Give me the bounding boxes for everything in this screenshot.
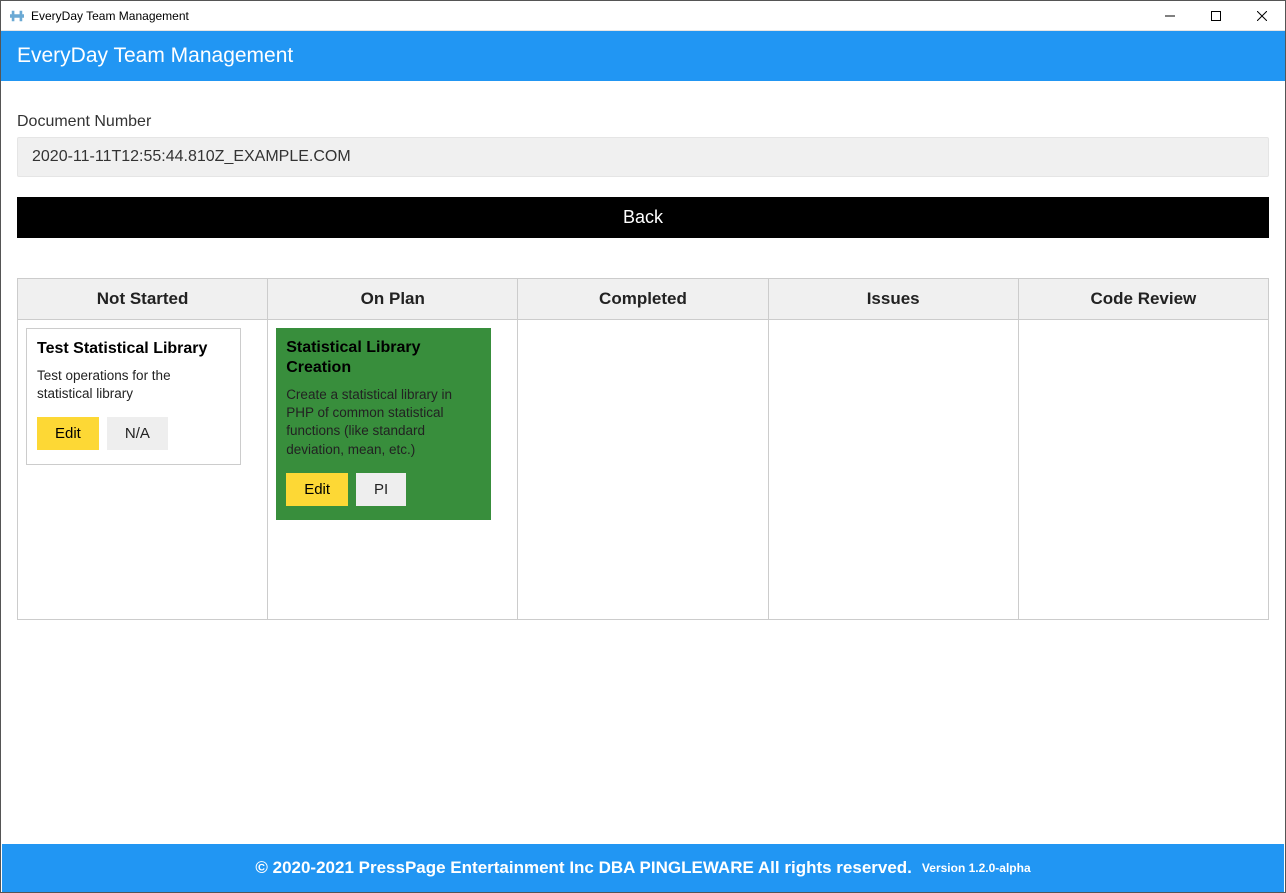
card-title: Statistical Library Creation [286, 338, 481, 378]
column-header-not-started: Not Started [18, 279, 268, 320]
card-description: Test operations for the statistical libr… [37, 367, 230, 403]
app-footer: © 2020-2021 PressPage Entertainment Inc … [2, 844, 1284, 892]
kanban-body-row: Test Statistical Library Test operations… [18, 320, 1269, 620]
card-actions: Edit PI [286, 473, 481, 506]
column-on-plan: Statistical Library Creation Create a st… [268, 320, 518, 620]
app-header: EveryDay Team Management [1, 31, 1285, 81]
card-title: Test Statistical Library [37, 339, 230, 359]
back-button[interactable]: Back [17, 197, 1269, 238]
edit-button[interactable]: Edit [286, 473, 348, 506]
kanban-header-row: Not Started On Plan Completed Issues Cod… [18, 279, 1269, 320]
app-icon [9, 8, 25, 24]
maximize-button[interactable] [1193, 1, 1239, 31]
main-content: Document Number 2020-11-11T12:55:44.810Z… [1, 81, 1285, 278]
task-card[interactable]: Test Statistical Library Test operations… [26, 328, 241, 465]
column-header-on-plan: On Plan [268, 279, 518, 320]
minimize-button[interactable] [1147, 1, 1193, 31]
column-header-completed: Completed [518, 279, 768, 320]
kanban-board: Not Started On Plan Completed Issues Cod… [17, 278, 1269, 620]
secondary-button[interactable]: N/A [107, 417, 168, 450]
kanban-board-wrapper: Not Started On Plan Completed Issues Cod… [1, 278, 1285, 620]
document-number-label: Document Number [17, 113, 1269, 131]
column-completed [518, 320, 768, 620]
window-title: EveryDay Team Management [31, 9, 189, 23]
footer-copyright: © 2020-2021 PressPage Entertainment Inc … [255, 858, 912, 878]
card-description: Create a statistical library in PHP of c… [286, 386, 481, 459]
close-button[interactable] [1239, 1, 1285, 31]
document-number-value: 2020-11-11T12:55:44.810Z_EXAMPLE.COM [17, 137, 1269, 177]
card-actions: Edit N/A [37, 417, 230, 450]
column-header-issues: Issues [768, 279, 1018, 320]
window-controls [1147, 1, 1285, 30]
titlebar-left: EveryDay Team Management [9, 8, 189, 24]
edit-button[interactable]: Edit [37, 417, 99, 450]
column-not-started: Test Statistical Library Test operations… [18, 320, 268, 620]
column-header-code-review: Code Review [1018, 279, 1268, 320]
app-title: EveryDay Team Management [17, 44, 293, 68]
task-card[interactable]: Statistical Library Creation Create a st… [276, 328, 491, 520]
window-titlebar: EveryDay Team Management [1, 1, 1285, 31]
column-issues [768, 320, 1018, 620]
footer-version: Version 1.2.0-alpha [922, 861, 1031, 875]
secondary-button[interactable]: PI [356, 473, 406, 506]
column-code-review [1018, 320, 1268, 620]
